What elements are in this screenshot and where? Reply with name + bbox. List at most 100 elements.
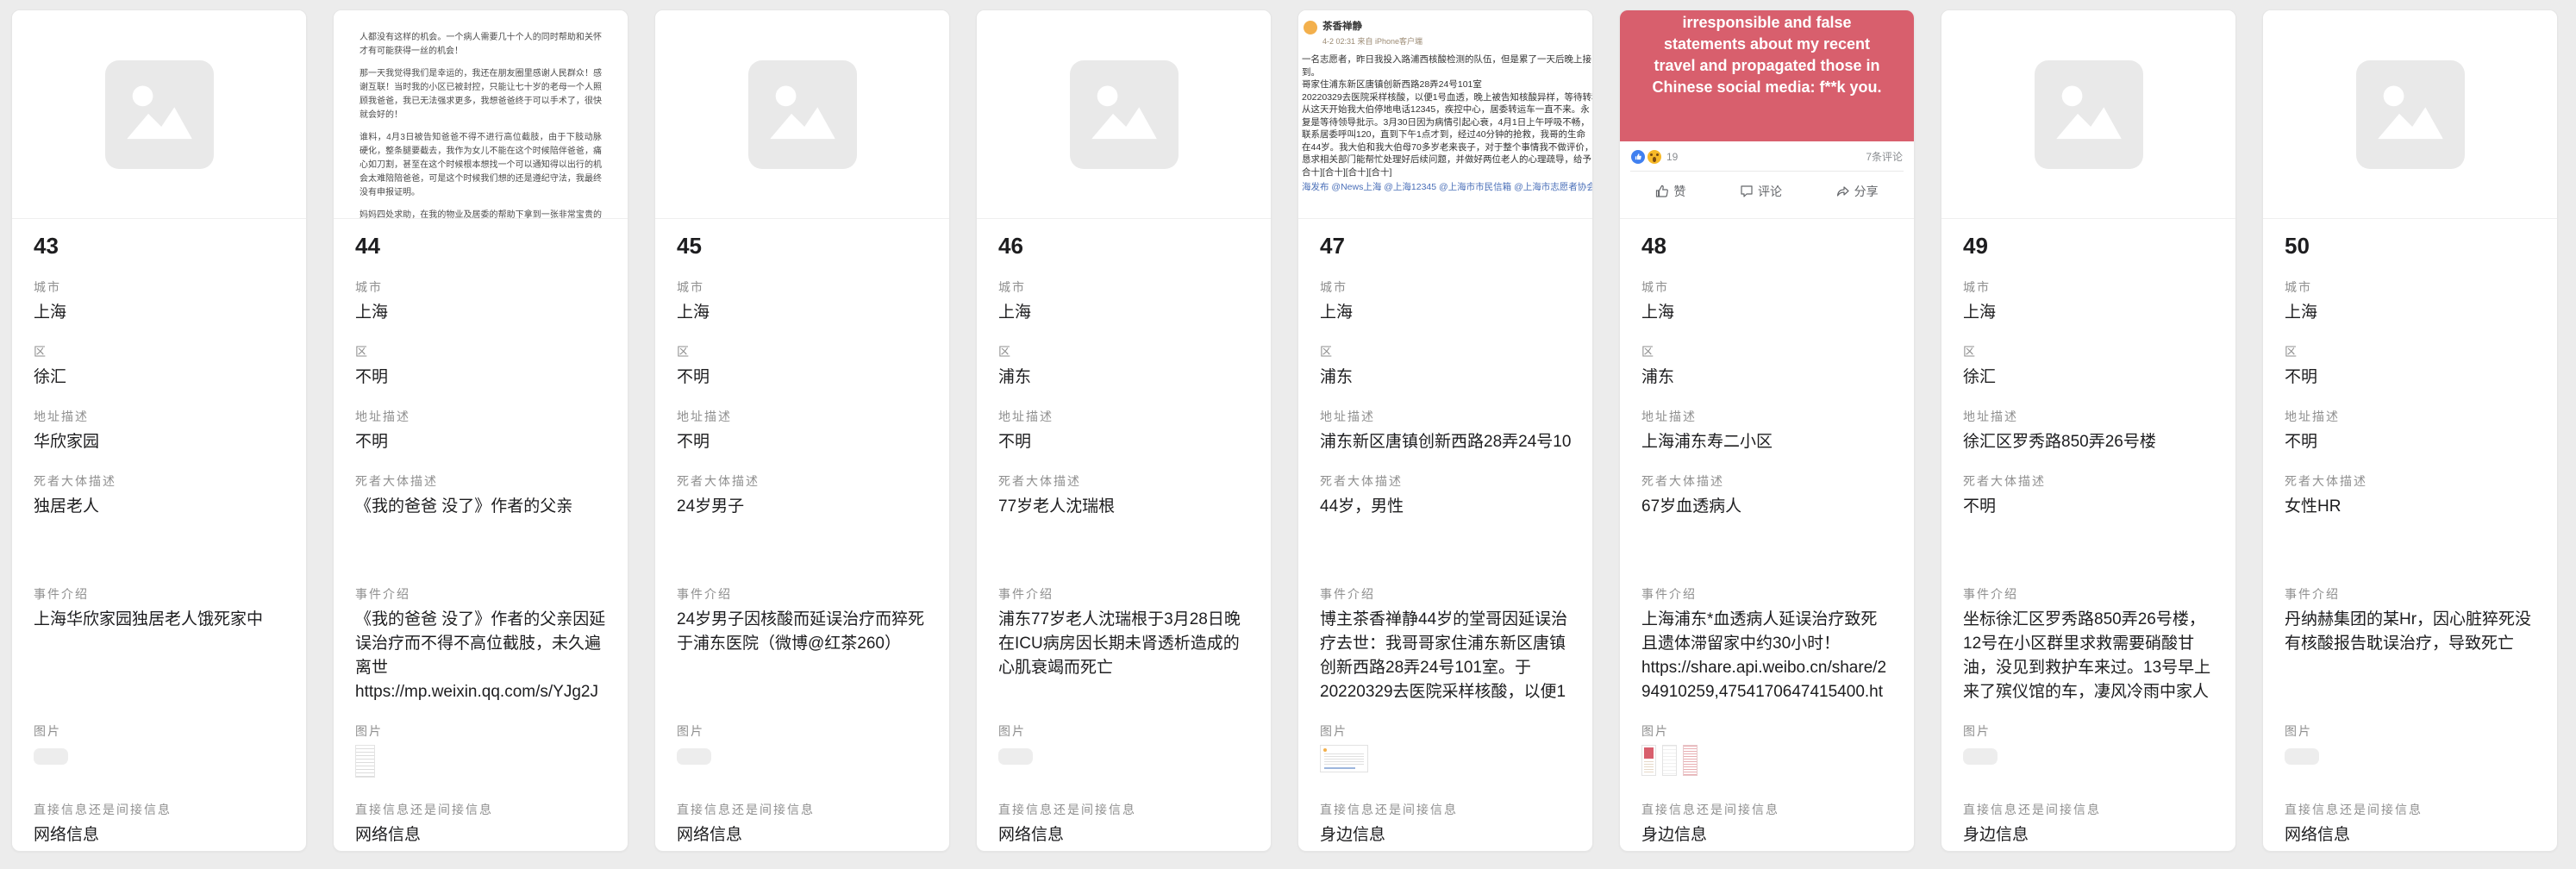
field-label-city: 城市 <box>1320 279 1571 295</box>
record-card-46[interactable]: 46 城市 上海 区 浦东 地址描述 不明 死者大体描述 77岁老人沈瑞根 事件… <box>976 9 1272 852</box>
field-label-source: 直接信息还是间接信息 <box>998 802 1249 817</box>
field-label-source: 直接信息还是间接信息 <box>355 802 606 817</box>
card-number: 46 <box>998 231 1249 260</box>
field-value-district: 徐汇 <box>1963 366 2214 390</box>
card-number: 49 <box>1963 231 2214 260</box>
image-thumbnail <box>2285 748 2319 765</box>
field-value-deceased: 67岁血透病人 <box>1641 495 1892 567</box>
like-button[interactable]: 赞 <box>1655 183 1685 200</box>
field-value-deceased: 77岁老人沈瑞根 <box>998 495 1249 567</box>
weibo-post-text: 一名志愿者，昨日我投入路浦西核酸检测的队伍，但是累了一天后晚上接 到。 哥家住浦… <box>1302 53 1592 194</box>
comment-button[interactable]: 评论 <box>1740 183 1782 200</box>
weibo-username: 茶香禅静 <box>1322 21 1422 34</box>
field-label-deceased: 死者大体描述 <box>355 473 606 489</box>
image-thumbnails <box>1320 745 1571 783</box>
field-value-source: 身边信息 <box>1641 823 1892 847</box>
image-placeholder-icon <box>105 60 214 169</box>
image-thumbnail <box>1662 745 1677 776</box>
field-label-images: 图片 <box>34 723 284 739</box>
field-label-district: 区 <box>1963 344 2214 359</box>
field-label-city: 城市 <box>677 279 928 295</box>
field-value-event: 上海华欣家园独居老人饿死家中 <box>34 608 284 704</box>
image-thumbnail <box>677 748 711 765</box>
record-card-44[interactable]: 人都没有这样的机会。一个病人需要几十个人的同时帮助和关怀才有可能获得一丝的机会！… <box>333 9 628 852</box>
field-label-event: 事件介绍 <box>677 586 928 602</box>
field-value-city: 上海 <box>677 301 928 325</box>
field-value-deceased: 不明 <box>1963 495 2214 567</box>
share-button[interactable]: 分享 <box>1836 183 1879 200</box>
field-label-images: 图片 <box>355 723 606 739</box>
image-placeholder-icon <box>1070 60 1179 169</box>
field-value-event: 博主茶香禅静44岁的堂哥因延误治疗去世：我哥哥家住浦东新区唐镇创新西路28弄24… <box>1320 608 1571 704</box>
field-label-address: 地址描述 <box>1641 409 1892 424</box>
card-cover <box>2263 10 2557 219</box>
field-value-city: 上海 <box>355 301 606 325</box>
record-card-49[interactable]: 49 城市 上海 区 徐汇 地址描述 徐汇区罗秀路850弄26号楼 死者大体描述… <box>1941 9 2236 852</box>
field-label-district: 区 <box>1320 344 1571 359</box>
image-thumbnails <box>1963 745 2214 783</box>
cards-grid: 43 城市 上海 区 徐汇 地址描述 华欣家园 死者大体描述 独居老人 事件介绍… <box>0 0 2576 861</box>
field-value-deceased: 24岁男子 <box>677 495 928 567</box>
field-label-event: 事件介绍 <box>1641 586 1892 602</box>
field-value-address: 不明 <box>2285 430 2535 454</box>
facebook-screenshot: irresponsible and false statements about… <box>1620 10 1914 211</box>
field-value-city: 上海 <box>998 301 1249 325</box>
field-value-source: 身边信息 <box>1963 823 2214 847</box>
card-cover <box>655 10 949 219</box>
field-label-source: 直接信息还是间接信息 <box>1320 802 1571 817</box>
field-label-deceased: 死者大体描述 <box>1963 473 2214 489</box>
field-label-images: 图片 <box>1320 723 1571 739</box>
article-paragraph: 那一天我觉得我们是幸运的，我还在朋友圈里感谢人民群众！感谢互联！当时我的小区已被… <box>360 67 602 122</box>
field-value-source: 网络信息 <box>34 823 284 847</box>
field-value-city: 上海 <box>34 301 284 325</box>
field-label-address: 地址描述 <box>677 409 928 424</box>
field-label-deceased: 死者大体描述 <box>677 473 928 489</box>
field-label-district: 区 <box>677 344 928 359</box>
field-value-city: 上海 <box>1320 301 1571 325</box>
field-label-deceased: 死者大体描述 <box>1641 473 1892 489</box>
card-cover: irresponsible and false statements about… <box>1620 10 1914 219</box>
wow-reaction-icon <box>1648 150 1661 164</box>
weibo-screenshot: 茶香禅静 4-2 02:31 来自 iPhone客户端 一名志愿者，昨日我投入路… <box>1298 10 1592 194</box>
field-label-district: 区 <box>355 344 606 359</box>
field-label-event: 事件介绍 <box>2285 586 2535 602</box>
field-label-images: 图片 <box>677 723 928 739</box>
card-cover: 人都没有这样的机会。一个病人需要几十个人的同时帮助和关怀才有可能获得一丝的机会！… <box>334 10 628 219</box>
field-value-event: 上海浦东*血透病人延误治疗致死且遗体滞留家中约30小时！ https://sha… <box>1641 608 1892 704</box>
comments-count[interactable]: 7条评论 <box>1866 149 1903 164</box>
field-label-district: 区 <box>998 344 1249 359</box>
field-label-source: 直接信息还是间接信息 <box>1641 802 1892 817</box>
field-label-deceased: 死者大体描述 <box>34 473 284 489</box>
field-label-source: 直接信息还是间接信息 <box>2285 802 2535 817</box>
reaction-count: 19 <box>1666 151 1678 163</box>
record-card-45[interactable]: 45 城市 上海 区 不明 地址描述 不明 死者大体描述 24岁男子 事件介绍 … <box>654 9 950 852</box>
image-thumbnail <box>998 748 1033 765</box>
field-label-images: 图片 <box>1963 723 2214 739</box>
field-label-images: 图片 <box>1641 723 1892 739</box>
record-card-50[interactable]: 50 城市 上海 区 不明 地址描述 不明 死者大体描述 女性HR 事件介绍 丹… <box>2262 9 2558 852</box>
field-value-district: 徐汇 <box>34 366 284 390</box>
record-card-43[interactable]: 43 城市 上海 区 徐汇 地址描述 华欣家园 死者大体描述 独居老人 事件介绍… <box>11 9 307 852</box>
card-number: 43 <box>34 231 284 260</box>
record-card-48[interactable]: irresponsible and false statements about… <box>1619 9 1915 852</box>
field-value-address: 上海浦东寿二小区 <box>1641 430 1892 454</box>
field-value-event: 《我的爸爸 没了》作者的父亲因延误治疗而不得不高位截肢，未久遍离世 https:… <box>355 608 606 704</box>
weibo-timestamp: 4-2 02:31 来自 iPhone客户端 <box>1322 35 1422 48</box>
field-label-source: 直接信息还是间接信息 <box>34 802 284 817</box>
field-label-images: 图片 <box>2285 723 2535 739</box>
image-thumbnail <box>1641 745 1656 776</box>
field-value-event: 24岁男子因核酸而延误治疗而猝死于浦东医院（微博@红茶260） <box>677 608 928 704</box>
field-label-event: 事件介绍 <box>998 586 1249 602</box>
field-value-district: 不明 <box>355 366 606 390</box>
field-value-deceased: 44岁，男性 <box>1320 495 1571 567</box>
image-placeholder-icon <box>2356 60 2465 169</box>
field-label-deceased: 死者大体描述 <box>998 473 1249 489</box>
field-value-event: 丹纳赫集团的某Hr，因心脏猝死没有核酸报告耽误治疗，导致死亡 <box>2285 608 2535 704</box>
field-label-event: 事件介绍 <box>1963 586 2214 602</box>
record-card-47[interactable]: 茶香禅静 4-2 02:31 来自 iPhone客户端 一名志愿者，昨日我投入路… <box>1297 9 1593 852</box>
field-label-source: 直接信息还是间接信息 <box>1963 802 2214 817</box>
field-value-source: 身边信息 <box>1320 823 1571 847</box>
field-label-deceased: 死者大体描述 <box>2285 473 2535 489</box>
field-value-city: 上海 <box>1963 301 2214 325</box>
field-value-district: 浦东 <box>1320 366 1571 390</box>
